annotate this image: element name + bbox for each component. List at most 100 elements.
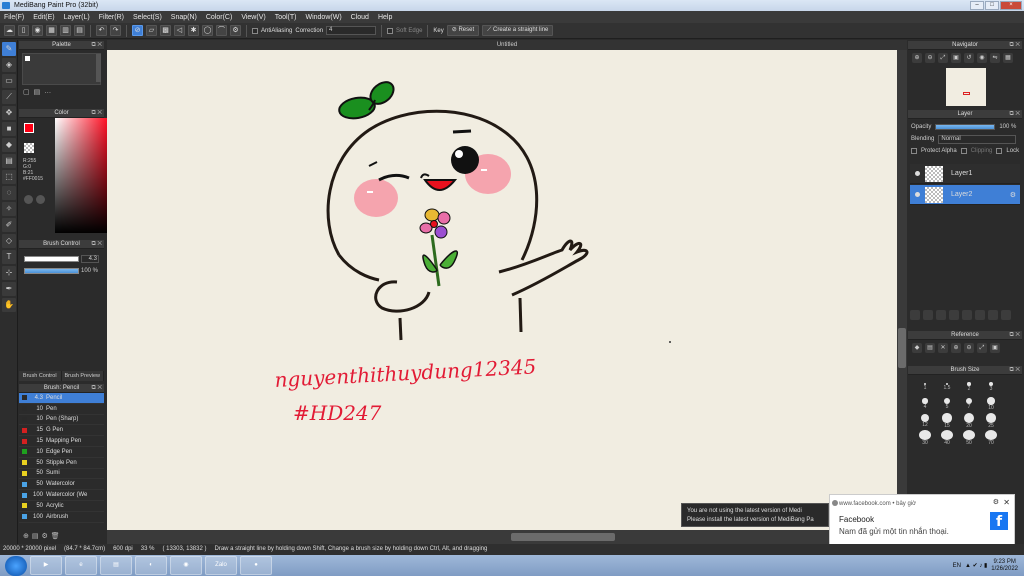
folder-icon[interactable]: ▤ bbox=[32, 532, 39, 540]
menu-filter[interactable]: Filter(R) bbox=[99, 14, 124, 21]
canvas-vertical-scrollbar[interactable] bbox=[897, 50, 907, 530]
reset-button[interactable]: ⊘ Reset bbox=[446, 25, 480, 36]
fit-icon[interactable]: ⤢ bbox=[938, 53, 948, 63]
lasso-tool-icon[interactable]: ◌ bbox=[2, 186, 16, 200]
soft-edge-checkbox[interactable] bbox=[387, 27, 394, 34]
brush-size-preset[interactable]: 25 bbox=[980, 413, 1002, 429]
text-tool-icon[interactable]: T bbox=[2, 250, 16, 264]
menu-select[interactable]: Select(S) bbox=[133, 14, 162, 21]
zalo-app[interactable]: Zalo bbox=[205, 556, 237, 575]
reference-capture-icon[interactable]: ◆ bbox=[912, 343, 922, 353]
delete-layer-icon[interactable] bbox=[1001, 310, 1011, 320]
rotate-reset-icon[interactable]: ◉ bbox=[977, 53, 987, 63]
menu-edit[interactable]: Edit(E) bbox=[33, 14, 54, 21]
brush-size-preset[interactable]: 4 bbox=[914, 396, 936, 412]
palette-add-icon[interactable]: ▢ bbox=[23, 88, 30, 96]
tab-brush-control[interactable]: Brush Control bbox=[19, 371, 62, 381]
protect-alpha-checkbox[interactable] bbox=[911, 148, 917, 154]
undo-icon[interactable]: ↶ bbox=[96, 25, 107, 36]
menu-view[interactable]: View(V) bbox=[241, 14, 265, 21]
close-button[interactable]: × bbox=[1000, 1, 1022, 10]
brush-size-preset[interactable]: 3 bbox=[980, 379, 1002, 395]
panel-close-icon[interactable]: ⧉ ✕ bbox=[91, 384, 102, 393]
brush-tool-icon[interactable]: ✎ bbox=[2, 42, 16, 56]
brush-size-preset[interactable]: 1.5 bbox=[936, 379, 958, 395]
duplicate-layer-icon[interactable] bbox=[988, 310, 998, 320]
new-file-icon[interactable]: ▯ bbox=[18, 25, 29, 36]
menu-help[interactable]: Help bbox=[378, 14, 392, 21]
flip-icon[interactable]: ⇋ bbox=[990, 53, 1000, 63]
eyedropper-tool-icon[interactable]: ✒ bbox=[2, 282, 16, 296]
brush-item[interactable]: 10 Pen bbox=[19, 404, 104, 415]
clipping-checkbox[interactable] bbox=[960, 148, 967, 154]
layer-opacity-slider[interactable] bbox=[935, 124, 996, 130]
brush-opacity-slider[interactable] bbox=[24, 268, 79, 274]
panel-close-icon[interactable]: ⧉ ✕ bbox=[1009, 366, 1020, 375]
hand-tool-icon[interactable]: ✋ bbox=[2, 298, 16, 312]
reference-actual-icon[interactable]: ▣ bbox=[990, 343, 1000, 353]
brush-item[interactable]: 50 Stipple Pen bbox=[19, 458, 104, 469]
palette-swatch[interactable] bbox=[25, 56, 30, 61]
select-tool-icon[interactable]: ⬚ bbox=[2, 170, 16, 184]
actual-size-icon[interactable]: ▣ bbox=[951, 53, 961, 63]
snap-off-icon[interactable]: ⊘ bbox=[132, 25, 143, 36]
add-8bit-layer-icon[interactable] bbox=[936, 310, 946, 320]
palette-list-icon[interactable]: ▤ bbox=[34, 88, 41, 96]
add-1bit-layer-icon[interactable] bbox=[949, 310, 959, 320]
brush-item[interactable]: 50 Sumi bbox=[19, 469, 104, 480]
palette-swatch-area[interactable] bbox=[22, 53, 101, 85]
add-brush-icon[interactable]: ⊕ bbox=[23, 532, 29, 540]
color-mode-icon[interactable] bbox=[24, 195, 33, 204]
update-notice[interactable]: You are not using the latest version of … bbox=[681, 503, 829, 527]
brush-size-preset[interactable]: 30 bbox=[914, 430, 936, 446]
menu-layer[interactable]: Layer(L) bbox=[64, 14, 90, 21]
brush-item[interactable]: 100 Airbrush bbox=[19, 512, 104, 523]
snap-curve-icon[interactable]: ⌒ bbox=[216, 25, 227, 36]
brush-item[interactable]: 4.3 Pencil bbox=[19, 393, 104, 404]
panel-close-icon[interactable]: ⧉ ✕ bbox=[1009, 41, 1020, 50]
brush-size-preset[interactable]: 1 bbox=[914, 379, 936, 395]
navigator-thumbnail[interactable] bbox=[946, 68, 986, 106]
brush-size-preset[interactable]: 12 bbox=[914, 413, 936, 429]
transparent-color-swatch[interactable] bbox=[24, 143, 34, 153]
brush-size-preset[interactable]: 40 bbox=[936, 430, 958, 446]
brush-item[interactable]: 50 Acrylic bbox=[19, 501, 104, 512]
brush-size-preset[interactable]: 50 bbox=[958, 430, 980, 446]
layer-row-layer1[interactable]: Layer1 bbox=[910, 164, 1020, 184]
save-icon[interactable]: ▤ bbox=[74, 25, 85, 36]
view-icon[interactable]: ▦ bbox=[1003, 53, 1013, 63]
menu-tool[interactable]: Tool(T) bbox=[275, 14, 297, 21]
saturation-value-picker[interactable] bbox=[55, 118, 111, 233]
move-tool-icon[interactable]: ✥ bbox=[2, 106, 16, 120]
brush-size-slider[interactable] bbox=[24, 256, 79, 262]
delete-brush-icon[interactable]: 🗑 bbox=[51, 532, 60, 540]
straight-line-button[interactable]: ⟋ Create a straight line bbox=[482, 25, 554, 36]
notification-close-icon[interactable]: ✕ bbox=[1003, 498, 1010, 507]
lock-checkbox[interactable] bbox=[996, 148, 1003, 154]
minimize-button[interactable]: – bbox=[970, 1, 984, 10]
select-pen-icon[interactable]: ✐ bbox=[2, 218, 16, 232]
reference-zoom-out-icon[interactable]: ⊖ bbox=[964, 343, 974, 353]
zoom-in-icon[interactable]: ⊕ bbox=[912, 53, 922, 63]
language-indicator[interactable]: EN bbox=[953, 563, 961, 569]
snap-cross-icon[interactable]: ▩ bbox=[160, 25, 171, 36]
correction-select[interactable]: 4 bbox=[326, 26, 377, 35]
rotate-left-icon[interactable]: ↺ bbox=[964, 53, 974, 63]
color-wheel-icon[interactable] bbox=[36, 195, 45, 204]
grid-icon[interactable]: ▦ bbox=[46, 25, 57, 36]
facebook-notification[interactable]: www.facebook.com • bây giờ ⚙ ✕ Facebook … bbox=[829, 494, 1015, 546]
menu-snap[interactable]: Snap(N) bbox=[171, 14, 197, 21]
brush-item[interactable]: 15 Mapping Pen bbox=[19, 436, 104, 447]
brush-size-preset[interactable]: 5 bbox=[936, 396, 958, 412]
brush-size-preset[interactable]: 20 bbox=[958, 413, 980, 429]
magic-wand-tool-icon[interactable]: ✧ bbox=[2, 202, 16, 216]
antialiasing-checkbox[interactable] bbox=[252, 27, 258, 34]
brush-size-preset[interactable]: 2 bbox=[958, 379, 980, 395]
brush-size-value[interactable]: 4.3 bbox=[81, 255, 99, 263]
chrome-icon[interactable]: ◉ bbox=[170, 556, 202, 575]
coccoc-browser-icon[interactable]: ◐ bbox=[135, 556, 167, 575]
fill-rect-tool-icon[interactable]: ■ bbox=[2, 122, 16, 136]
redo-icon[interactable]: ↷ bbox=[110, 25, 121, 36]
brush-size-preset[interactable]: 70 bbox=[980, 430, 1002, 446]
panel-close-icon[interactable]: ⧉ ✕ bbox=[1009, 331, 1020, 340]
